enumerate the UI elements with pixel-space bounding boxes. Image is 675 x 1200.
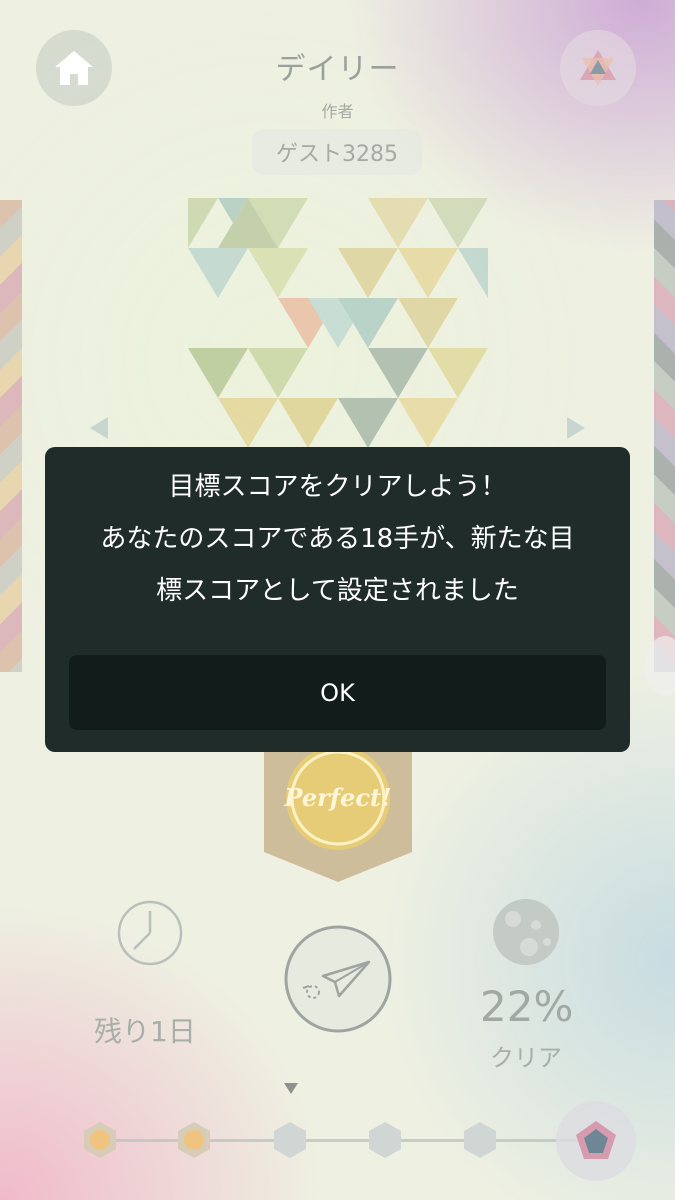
perfect-badge-label: Perfect! bbox=[283, 783, 391, 812]
previous-arrow-icon[interactable] bbox=[90, 417, 108, 439]
progress-node-locked[interactable] bbox=[366, 1121, 404, 1159]
heart-button-peek[interactable] bbox=[645, 636, 675, 696]
previous-puzzle-peek[interactable] bbox=[0, 200, 22, 672]
share-button[interactable] bbox=[283, 924, 393, 1034]
author-name: ゲスト3285 bbox=[276, 142, 398, 167]
progress-node-completed[interactable] bbox=[81, 1121, 119, 1159]
clear-label: クリア bbox=[490, 1044, 562, 1072]
perfect-badge: Perfect! bbox=[264, 752, 412, 882]
clear-percentage: 22% bbox=[480, 982, 574, 1031]
target-score-dialog: 目標スコアをクリアしよう！ あなたのスコアである18手が、新たな目 標スコアとし… bbox=[45, 447, 630, 752]
dialog-message-line2: あなたのスコアである18手が、新たな目 bbox=[100, 524, 575, 554]
page-title: デイリー bbox=[275, 52, 400, 87]
progress-track bbox=[100, 1139, 580, 1142]
pentagon-gem-icon bbox=[576, 1121, 616, 1159]
author-name-pill[interactable]: ゲスト3285 bbox=[252, 129, 422, 175]
current-progress-marker bbox=[284, 1083, 298, 1094]
moon-icon bbox=[493, 899, 559, 965]
final-reward-node[interactable] bbox=[556, 1101, 636, 1181]
dialog-message-line1: 目標スコアをクリアしよう！ bbox=[168, 472, 507, 502]
progress-node-completed[interactable] bbox=[175, 1121, 213, 1159]
progress-node-locked[interactable] bbox=[271, 1121, 309, 1159]
clock-icon bbox=[117, 900, 183, 966]
dialog-message-line3: 標スコアとして設定されました bbox=[156, 576, 519, 606]
author-label: 作者 bbox=[321, 102, 354, 121]
next-puzzle-peek[interactable] bbox=[654, 200, 675, 672]
next-arrow-icon[interactable] bbox=[567, 417, 585, 439]
ok-button[interactable]: OK bbox=[69, 655, 606, 730]
progress-node-locked[interactable] bbox=[461, 1121, 499, 1159]
remaining-days: 残り1日 bbox=[94, 1015, 196, 1048]
